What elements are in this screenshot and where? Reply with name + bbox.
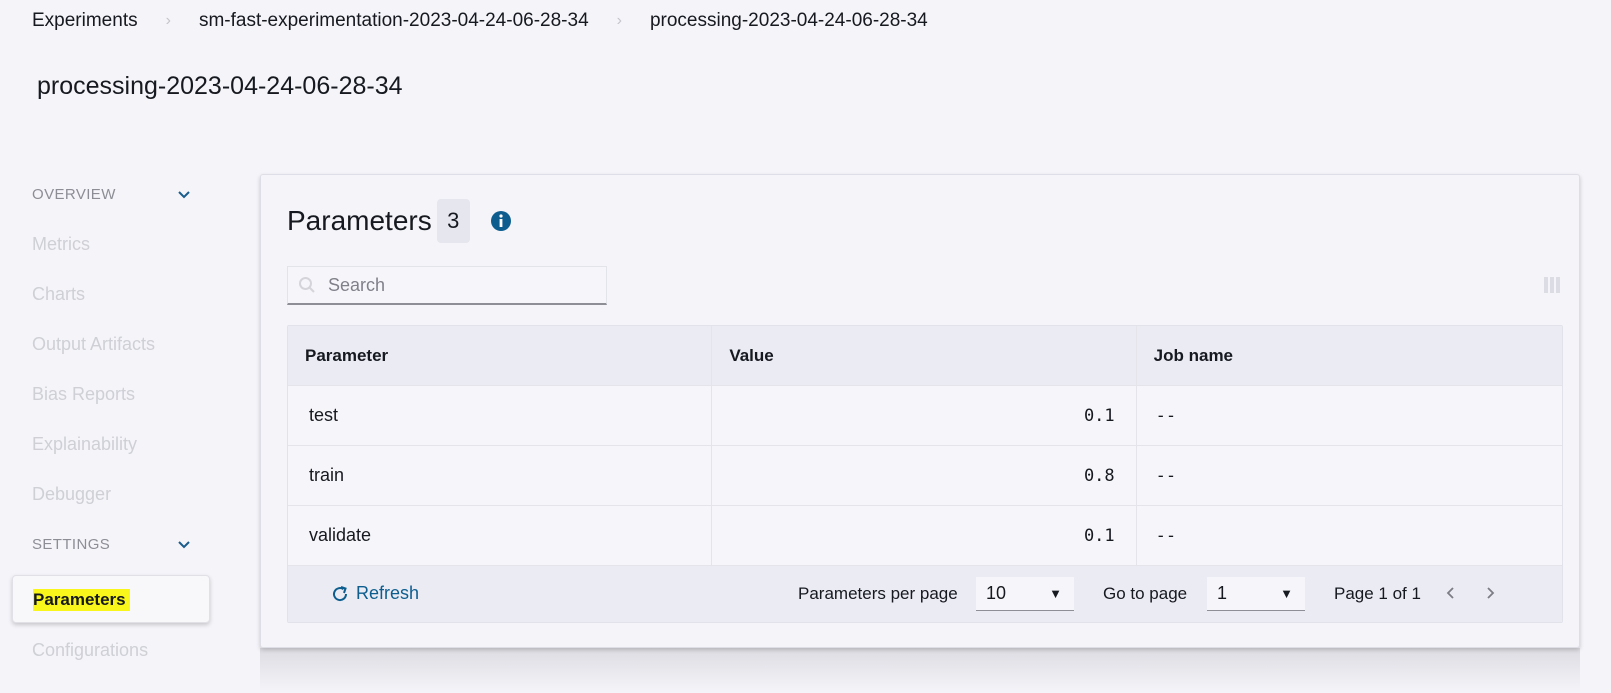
per-page-label: Parameters per page xyxy=(798,584,958,603)
search-icon xyxy=(299,277,315,293)
section-label: SETTINGS xyxy=(32,536,111,553)
column-header-parameter[interactable]: Parameter xyxy=(288,326,713,385)
table-row: validate 0.1 -- xyxy=(288,506,1562,566)
sidebar-item-debugger[interactable]: Debugger xyxy=(32,484,111,505)
cell-parameter: test xyxy=(288,386,713,445)
dropdown-arrow-icon: ▼ xyxy=(1049,586,1062,601)
refresh-icon xyxy=(333,585,348,601)
sidebar-item-charts[interactable]: Charts xyxy=(32,284,85,305)
sidebar-item-explainability[interactable]: Explainability xyxy=(32,434,137,455)
sidebar-section-settings[interactable]: SETTINGS xyxy=(32,536,192,553)
dropdown-arrow-icon: ▼ xyxy=(1280,586,1293,601)
panel-shadow xyxy=(260,648,1580,693)
cell-job-name: -- xyxy=(1155,525,1177,546)
cell-job-name: -- xyxy=(1155,405,1177,426)
panel-header: Parameters 3 xyxy=(287,199,512,243)
sidebar-item-parameters[interactable]: Parameters xyxy=(12,575,210,623)
table-header: Parameter Value Job name xyxy=(288,326,1562,386)
table-footer: Refresh Parameters per page 10 ▼ Go to p… xyxy=(288,566,1562,622)
sidebar-item-label: Parameters xyxy=(33,589,130,611)
column-header-job-name[interactable]: Job name xyxy=(1137,326,1562,385)
cell-value: 0.1 xyxy=(712,386,1137,445)
parameters-panel: Parameters 3 Parameter Value Job name te… xyxy=(260,174,1580,648)
table-row: train 0.8 -- xyxy=(288,446,1562,506)
count-badge: 3 xyxy=(436,199,470,243)
info-icon[interactable] xyxy=(490,210,512,232)
breadcrumb-current: processing-2023-04-24-06-28-34 xyxy=(649,10,928,31)
next-page-icon[interactable] xyxy=(1482,585,1498,601)
column-settings-icon[interactable] xyxy=(1543,276,1561,294)
chevron-right-icon: › xyxy=(616,12,622,29)
go-to-page-label: Go to page xyxy=(1103,584,1188,603)
breadcrumb: Experiments › sm-fast-experimentation-20… xyxy=(32,10,928,32)
panel-title: Parameters xyxy=(287,205,432,236)
column-header-value[interactable]: Value xyxy=(712,326,1137,385)
sidebar-item-metrics[interactable]: Metrics xyxy=(32,234,90,255)
section-label: OVERVIEW xyxy=(32,186,116,203)
page-info: Page 1 of 1 xyxy=(1334,584,1421,603)
sidebar-item-configurations[interactable]: Configurations xyxy=(32,640,148,661)
cell-job-name: -- xyxy=(1155,465,1177,486)
go-to-page-select[interactable]: 1 ▼ xyxy=(1207,577,1305,611)
breadcrumb-experiment[interactable]: sm-fast-experimentation-2023-04-24-06-28… xyxy=(199,10,589,32)
table-row: test 0.1 -- xyxy=(288,386,1562,446)
cell-value: 0.8 xyxy=(712,446,1137,505)
search-input[interactable] xyxy=(328,274,598,296)
per-page-select[interactable]: 10 ▼ xyxy=(976,577,1074,611)
go-to-page-value: 1 xyxy=(1217,583,1228,603)
previous-page-icon[interactable] xyxy=(1443,585,1459,601)
page-title: processing-2023-04-24-06-28-34 xyxy=(37,72,403,100)
chevron-down-icon xyxy=(178,540,190,548)
parameters-table: Parameter Value Job name test 0.1 -- tra… xyxy=(287,325,1563,623)
breadcrumb-experiments[interactable]: Experiments xyxy=(32,10,138,32)
sidebar-item-output-artifacts[interactable]: Output Artifacts xyxy=(32,334,155,355)
refresh-button[interactable]: Refresh xyxy=(330,583,419,604)
sidebar-section-overview[interactable]: OVERVIEW xyxy=(32,186,192,203)
chevron-down-icon xyxy=(178,190,190,198)
refresh-label: Refresh xyxy=(356,583,420,603)
chevron-right-icon: › xyxy=(165,12,171,29)
sidebar: OVERVIEW Metrics Charts Output Artifacts… xyxy=(0,170,215,693)
search-box[interactable] xyxy=(287,266,607,305)
sidebar-item-bias-reports[interactable]: Bias Reports xyxy=(32,384,135,405)
cell-parameter: validate xyxy=(288,506,713,565)
cell-value: 0.1 xyxy=(712,506,1137,565)
per-page-value: 10 xyxy=(986,583,1007,603)
cell-parameter: train xyxy=(288,446,713,505)
